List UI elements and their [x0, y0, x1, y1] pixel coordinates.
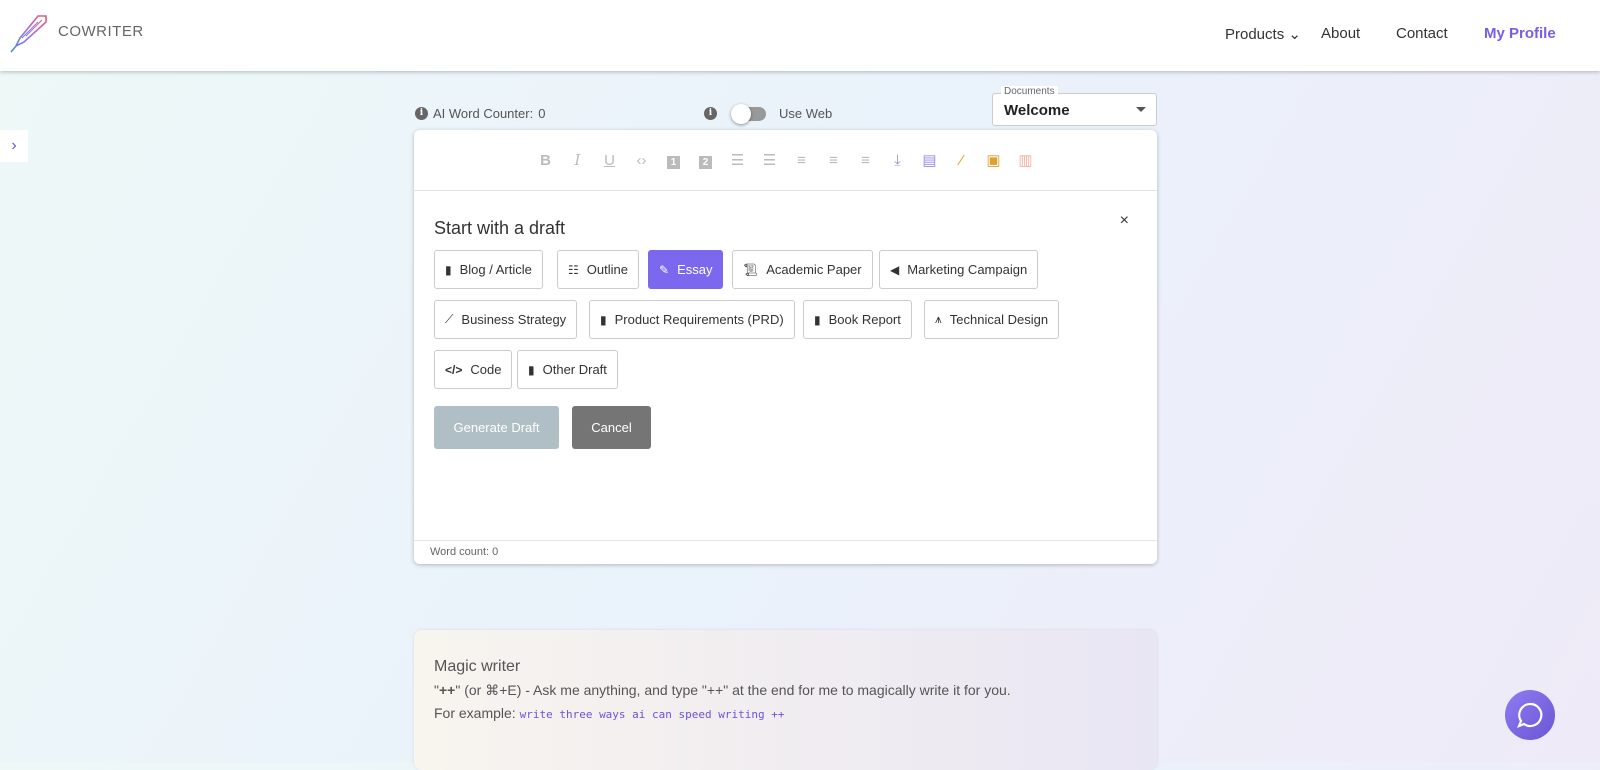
use-web: i Use Web: [704, 103, 833, 124]
align-left-icon[interactable]: ≡: [786, 152, 818, 169]
nav-my-profile[interactable]: My Profile: [1484, 25, 1556, 42]
nav-products-label: Products: [1225, 26, 1285, 43]
compass-drafting-icon: ⩚: [935, 312, 942, 326]
caret-down-icon: [1136, 107, 1146, 117]
draft-option-academic-paper[interactable]: 📜︎ Academic Paper: [732, 250, 873, 289]
magic-writer-panel: Magic writer "++" (or ⌘+E) - Ask me anyt…: [414, 630, 1157, 770]
brand-name: COWRITER: [58, 23, 144, 40]
book-icon: ▮: [814, 312, 821, 327]
option-label: Book Report: [828, 312, 901, 327]
add-image-icon[interactable]: ▣: [978, 151, 1010, 169]
chevron-down-icon: ⌄: [1288, 26, 1301, 43]
desc-bold: ++: [438, 682, 456, 698]
draft-option-essay[interactable]: ✎ Essay: [648, 250, 724, 289]
clipboard-icon: ▮: [600, 312, 607, 327]
draft-option-blog[interactable]: ▮ Blog / Article: [434, 250, 543, 289]
chevron-right-icon: ›: [11, 137, 17, 154]
word-count: Word count: 0: [414, 540, 1157, 564]
desc-post: " (or ⌘+E) - Ask me anything, and type "…: [455, 682, 1011, 698]
edit-icon: ✎: [659, 262, 670, 277]
heading-1-icon[interactable]: 1: [658, 152, 690, 169]
editor-card: B I U ‹› 1 2 ☰ ☰ ≡ ≡ ≡ ⤓ ▤ ⁄ ▣ ▥ × Start…: [414, 130, 1157, 564]
sidebar-expand-button[interactable]: ›: [0, 130, 28, 162]
close-draft-button[interactable]: ×: [1120, 212, 1129, 230]
chat-button[interactable]: [1505, 690, 1555, 740]
option-label: Product Requirements (PRD): [614, 312, 784, 327]
draft-option-business-strategy[interactable]: ⟋ Business Strategy: [434, 300, 578, 339]
align-center-icon[interactable]: ≡: [818, 152, 850, 169]
option-label: Academic Paper: [766, 262, 862, 277]
underline-icon[interactable]: U: [594, 152, 626, 169]
draft-option-other[interactable]: ▮ Other Draft: [517, 350, 618, 389]
draft-option-prd[interactable]: ▮ Product Requirements (PRD): [589, 300, 795, 339]
option-label: Business Strategy: [461, 312, 567, 327]
file-icon: ▮: [445, 262, 452, 277]
add-note-icon[interactable]: ▤: [914, 151, 946, 169]
scroll-icon: 📜︎: [743, 262, 759, 277]
ai-word-counter-value: 0: [538, 106, 546, 121]
example-label: For example:: [434, 705, 516, 721]
option-label: Essay: [677, 262, 713, 277]
option-label: Outline: [586, 262, 628, 277]
documents-select[interactable]: Documents Welcome: [992, 86, 1157, 126]
documents-value: Welcome: [1004, 102, 1070, 119]
draft-title: Start with a draft: [434, 218, 566, 238]
download-icon[interactable]: ⤓: [882, 152, 914, 169]
draft-option-technical-design[interactable]: ⩚ Technical Design: [924, 300, 1060, 339]
option-label: Technical Design: [949, 312, 1049, 327]
magic-writer-description: "++" (or ⌘+E) - Ask me anything, and typ…: [434, 682, 1137, 699]
list-icon: ☷: [568, 262, 579, 277]
option-label: Marketing Campaign: [907, 262, 1028, 277]
bold-icon[interactable]: B: [530, 152, 562, 169]
file-icon: ▮: [528, 362, 535, 377]
ordered-list-icon[interactable]: ☰: [722, 151, 754, 169]
info-icon[interactable]: i: [704, 107, 717, 120]
header: COWRITER Products ⌄ About Contact My Pro…: [0, 0, 1600, 71]
draft-option-outline[interactable]: ☷ Outline: [557, 250, 639, 289]
use-web-toggle[interactable]: [731, 103, 766, 124]
draft-option-code[interactable]: </> Code: [434, 350, 513, 389]
feather-logo-icon: [10, 15, 47, 53]
option-label: Code: [470, 362, 502, 377]
ai-word-counter: i AI Word Counter: 0: [415, 106, 545, 121]
ai-word-counter-label: AI Word Counter:: [433, 106, 534, 121]
option-label: Other Draft: [542, 362, 607, 377]
nav-products[interactable]: Products ⌄: [1225, 25, 1301, 43]
draft-option-marketing-campaign[interactable]: ◀ Marketing Campaign: [879, 250, 1039, 289]
editor-toolbar: B I U ‹› 1 2 ☰ ☰ ≡ ≡ ≡ ⤓ ▤ ⁄ ▣ ▥: [414, 130, 1157, 191]
chat-bubble-icon: [1517, 702, 1543, 728]
cancel-button[interactable]: Cancel: [572, 406, 651, 449]
align-right-icon[interactable]: ≡: [850, 152, 882, 169]
example-code: write three ways ai can speed writing ++: [519, 708, 785, 721]
documents-label: Documents: [1001, 86, 1058, 97]
bullet-list-icon[interactable]: ☰: [754, 151, 786, 169]
code-icon[interactable]: ‹›: [626, 152, 658, 169]
italic-icon[interactable]: I: [562, 151, 594, 169]
delete-icon[interactable]: ▥: [1010, 151, 1042, 169]
megaphone-icon: ◀: [890, 262, 900, 277]
draft-option-book-report[interactable]: ▮ Book Report: [803, 300, 912, 339]
nav-about[interactable]: About: [1321, 25, 1360, 42]
magic-wand-icon[interactable]: ⁄: [946, 152, 978, 169]
chart-line-icon: ⟋: [445, 312, 454, 326]
option-label: Blog / Article: [459, 262, 532, 277]
info-icon[interactable]: i: [415, 107, 428, 120]
heading-2-icon[interactable]: 2: [690, 152, 722, 169]
magic-writer-title: Magic writer: [434, 658, 521, 675]
use-web-label: Use Web: [779, 106, 833, 121]
code-icon: </>: [445, 362, 463, 377]
magic-writer-example: For example: write three ways ai can spe…: [434, 705, 1137, 721]
nav-contact[interactable]: Contact: [1396, 25, 1448, 42]
generate-draft-button[interactable]: Generate Draft: [434, 406, 559, 449]
